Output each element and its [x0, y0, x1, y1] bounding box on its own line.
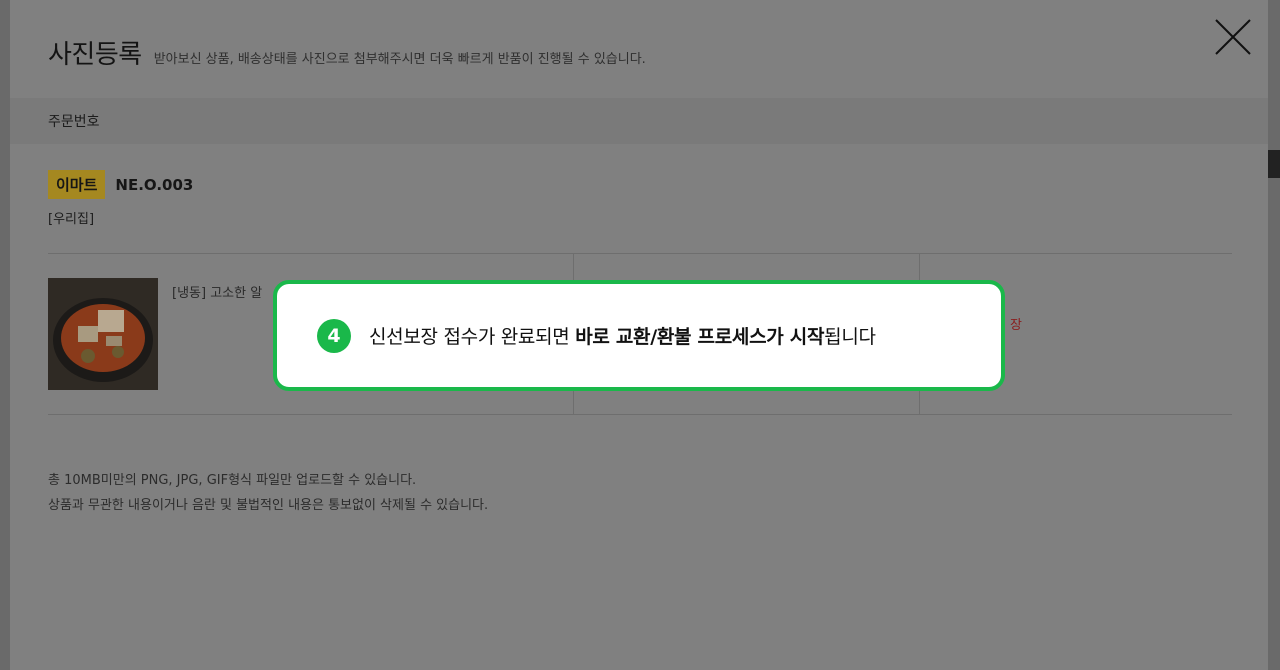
tooltip-text-bold: 바로 교환/환불 프로세스가 시작	[575, 326, 825, 348]
background-page-right	[1268, 0, 1280, 670]
step-number-badge: 4	[317, 318, 351, 353]
product-name: [냉동] 고소한 알	[172, 286, 263, 301]
note-line: 상품과 무관한 내용이거나 음란 및 불법적인 내용은 통보없이 삭제될 수 있…	[48, 498, 489, 513]
modal-header: 사진등록 받아보신 상품, 배송상태를 사진으로 첨부해주시면 더욱 빠르게 반…	[48, 34, 646, 74]
order-number-header: 주문번호	[10, 98, 1268, 144]
store-row: 이마트 NE.O.003	[48, 170, 193, 199]
tooltip-text-prefix: 신선보장 접수가 완료되면	[369, 326, 576, 348]
order-number-label: 주문번호	[48, 114, 100, 130]
order-number: NE.O.003	[115, 175, 194, 194]
delivery-place: [우리집]	[48, 212, 95, 227]
tooltip-text-suffix: 됩니다	[824, 326, 876, 348]
divider	[48, 253, 1232, 254]
upload-notes: 총 10MB미만의 PNG, JPG, GIF형식 파일만 업로드할 수 있습니…	[48, 468, 488, 518]
background-strip	[1268, 150, 1280, 178]
modal-subtitle: 받아보신 상품, 배송상태를 사진으로 첨부해주시면 더욱 빠르게 반품이 진행…	[153, 52, 646, 67]
guide-tooltip: 4 신선보장 접수가 완료되면 바로 교환/환불 프로세스가 시작됩니다	[273, 280, 1005, 391]
product-image-art	[48, 278, 158, 390]
close-icon	[1215, 19, 1251, 55]
background-page-left	[0, 0, 10, 670]
store-badge: 이마트	[48, 170, 106, 199]
tooltip-text: 신선보장 접수가 완료되면 바로 교환/환불 프로세스가 시작됩니다	[369, 322, 876, 349]
modal-title: 사진등록	[48, 40, 142, 70]
note-line: 총 10MB미만의 PNG, JPG, GIF형식 파일만 업로드할 수 있습니…	[48, 473, 417, 488]
divider	[48, 414, 1232, 415]
close-button[interactable]	[1214, 18, 1252, 56]
status-mark: 장	[1010, 318, 1022, 333]
product-image	[48, 278, 158, 390]
